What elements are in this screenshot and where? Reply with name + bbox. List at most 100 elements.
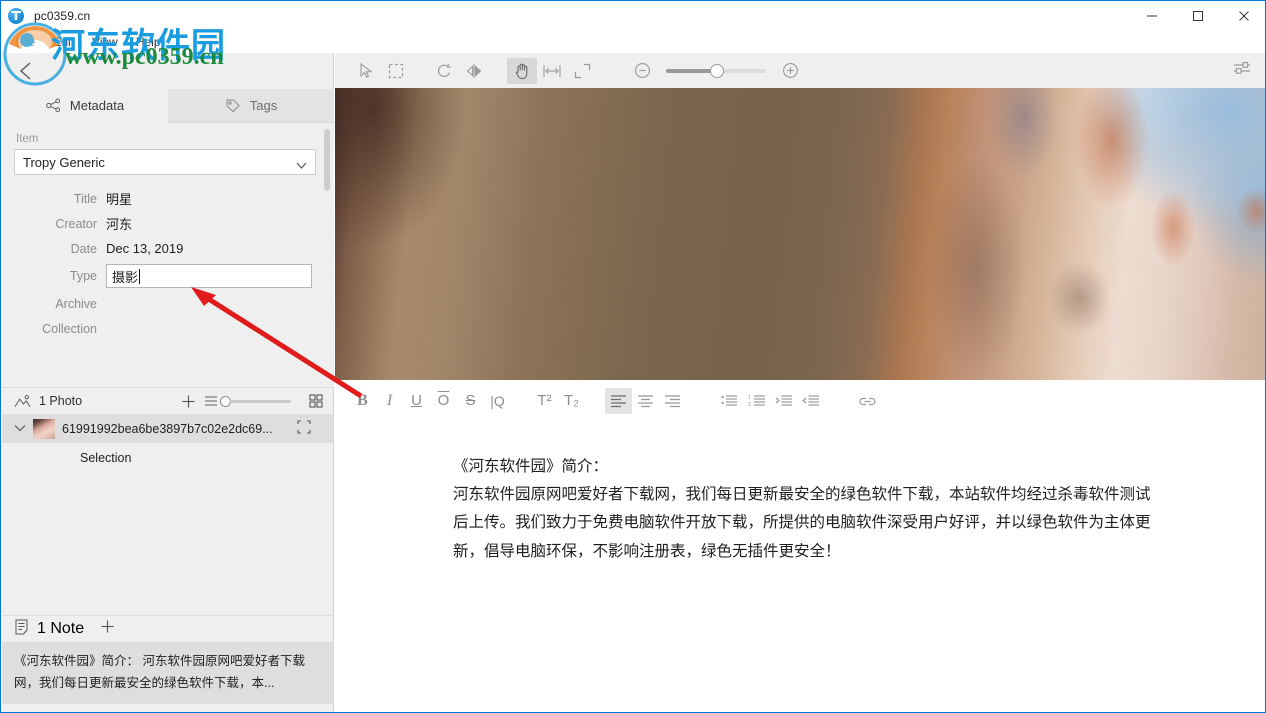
chevron-down-icon <box>296 158 307 173</box>
metadata-panel: Item Tropy Generic Title 明星 Creator 河东 D… <box>2 123 334 387</box>
zoom-slider-group <box>627 58 805 84</box>
list-icon[interactable] <box>204 395 218 407</box>
back-arrow-icon[interactable] <box>18 60 36 82</box>
marquee-select-tool[interactable] <box>381 58 411 84</box>
field-row-archive: Archive <box>14 291 316 316</box>
field-label-creator: Creator <box>55 216 97 231</box>
crop-icon[interactable] <box>297 419 311 439</box>
menu-bar: File Edit View Help <box>1 31 1265 53</box>
app-icon <box>8 7 26 25</box>
photo-viewer[interactable] <box>335 88 1265 380</box>
menu-item-edit[interactable]: Edit <box>44 33 83 51</box>
tab-metadata[interactable]: Metadata <box>2 89 168 123</box>
photo-selection-label: Selection <box>80 451 132 465</box>
note-paragraph-1: 《河东软件园》简介： <box>453 458 609 475</box>
link-icon[interactable] <box>854 388 881 414</box>
field-row-date: Date Dec 13, 2019 <box>14 236 316 261</box>
field-row-creator: Creator 河东 <box>14 211 316 236</box>
field-label-date: Date <box>70 241 97 256</box>
bullet-list-button[interactable] <box>716 388 743 414</box>
flip-horizontal-tool[interactable] <box>459 58 489 84</box>
field-value-date[interactable]: Dec 13, 2019 <box>106 241 183 256</box>
italic-button[interactable]: I <box>376 388 403 414</box>
text-caret <box>139 268 141 284</box>
photo-size-slider[interactable] <box>204 395 291 407</box>
menu-item-file[interactable]: File <box>7 33 44 51</box>
zoom-in-icon[interactable] <box>775 58 805 84</box>
zoom-slider-track[interactable] <box>666 63 766 78</box>
select-arrow-tool[interactable] <box>351 58 381 84</box>
minimize-button[interactable] <box>1129 1 1175 31</box>
field-label-collection: Collection <box>42 321 97 336</box>
add-photo-button[interactable] <box>181 394 196 409</box>
sliders-icon[interactable] <box>1232 58 1252 83</box>
field-value-type-text: 摄影 <box>112 269 139 285</box>
note-editor-toolbar: B I U O S |Q T² T₂ 1 2 <box>335 380 1265 421</box>
photo-list-empty-area <box>2 473 333 615</box>
strikethrough-button[interactable]: S <box>457 388 484 414</box>
subscript-button[interactable]: T₂ <box>558 388 585 414</box>
share-nodes-icon <box>46 98 61 113</box>
note-editor-content[interactable]: 《河东软件园》简介： 河东软件园原网吧爱好者下载网，我们每日更新最安全的绿色软件… <box>335 421 1265 712</box>
zoom-out-icon[interactable] <box>627 58 657 84</box>
notes-header: 1 Note <box>2 615 333 643</box>
viewer-toolbar <box>335 53 1265 88</box>
metadata-scrollbar[interactable] <box>324 129 330 379</box>
item-template-select[interactable]: Tropy Generic <box>14 149 316 175</box>
field-label-archive: Archive <box>55 296 97 311</box>
field-value-creator[interactable]: 河东 <box>106 214 132 233</box>
add-note-button[interactable] <box>100 619 115 639</box>
photo-thumbnail <box>33 419 55 439</box>
photo-list-item[interactable]: 61991992bea6be3897b7c02e2dc69... <box>2 415 333 443</box>
menu-item-view[interactable]: View <box>83 33 127 51</box>
title-bar: pc0359.cn <box>1 0 1265 31</box>
svg-text:2: 2 <box>748 402 751 408</box>
fit-width-tool[interactable] <box>537 58 567 84</box>
zoom-slider-knob[interactable] <box>710 63 724 78</box>
superscript-button[interactable]: T² <box>531 388 558 414</box>
field-value-title[interactable]: 明星 <box>106 189 132 208</box>
close-button[interactable] <box>1221 1 1265 31</box>
align-center-button[interactable] <box>632 388 659 414</box>
photo-filename: 61991992bea6be3897b7c02e2dc69... <box>62 422 273 436</box>
note-paragraph-2: 河东软件园原网吧爱好者下载网，我们每日更新最安全的绿色软件下载，本站软件均经过杀… <box>453 486 1151 560</box>
sidebar-back-row <box>2 53 333 89</box>
overline-button[interactable]: O <box>430 388 457 414</box>
chevron-down-icon[interactable] <box>14 420 26 438</box>
field-row-title: Title 明星 <box>14 186 316 211</box>
menu-item-help[interactable]: Help <box>127 33 170 51</box>
fit-screen-tool[interactable] <box>567 58 597 84</box>
photos-header-label: 1 Photo <box>39 394 83 408</box>
notes-header-label: 1 Note <box>37 620 85 637</box>
metadata-section-label: Item <box>16 133 39 145</box>
sidebar-tabs: Metadata Tags <box>2 89 334 123</box>
field-label-title: Title <box>73 191 97 206</box>
rotate-ccw-tool[interactable] <box>429 58 459 84</box>
tab-tags-label: Tags <box>249 98 278 113</box>
maximize-button[interactable] <box>1175 1 1221 31</box>
blockquote-button[interactable]: |Q <box>484 388 511 414</box>
field-row-type: Type 摄影 <box>14 261 316 291</box>
svg-text:1: 1 <box>748 395 751 401</box>
window-title: pc0359.cn <box>34 9 91 23</box>
tab-metadata-label: Metadata <box>69 98 125 113</box>
field-value-type-input[interactable]: 摄影 <box>106 264 312 288</box>
application-window: pc0359.cn File Edit View Help Metadata T… <box>0 0 1266 713</box>
align-left-button[interactable] <box>605 387 632 414</box>
note-icon <box>14 619 29 640</box>
indent-button[interactable] <box>770 388 797 414</box>
bold-button[interactable]: B <box>349 388 376 414</box>
ordered-list-button[interactable]: 1 2 <box>743 388 770 414</box>
outdent-button[interactable] <box>797 388 824 414</box>
align-right-button[interactable] <box>659 388 686 414</box>
underline-button[interactable]: U <box>403 388 430 414</box>
tab-tags[interactable]: Tags <box>168 89 334 123</box>
field-label-type: Type <box>69 269 97 283</box>
item-template-value: Tropy Generic <box>23 154 105 170</box>
metadata-fields: Title 明星 Creator 河东 Date Dec 13, 2019 Ty… <box>14 186 316 341</box>
pan-tool[interactable] <box>507 57 537 84</box>
note-list-item[interactable]: 《河东软件园》简介： 河东软件园原网吧爱好者下载网，我们每日更新最安全的绿色软件… <box>2 643 333 704</box>
field-row-collection: Collection <box>14 316 316 341</box>
photo-selection-item[interactable]: Selection <box>2 443 333 473</box>
grid-icon[interactable] <box>309 394 323 408</box>
